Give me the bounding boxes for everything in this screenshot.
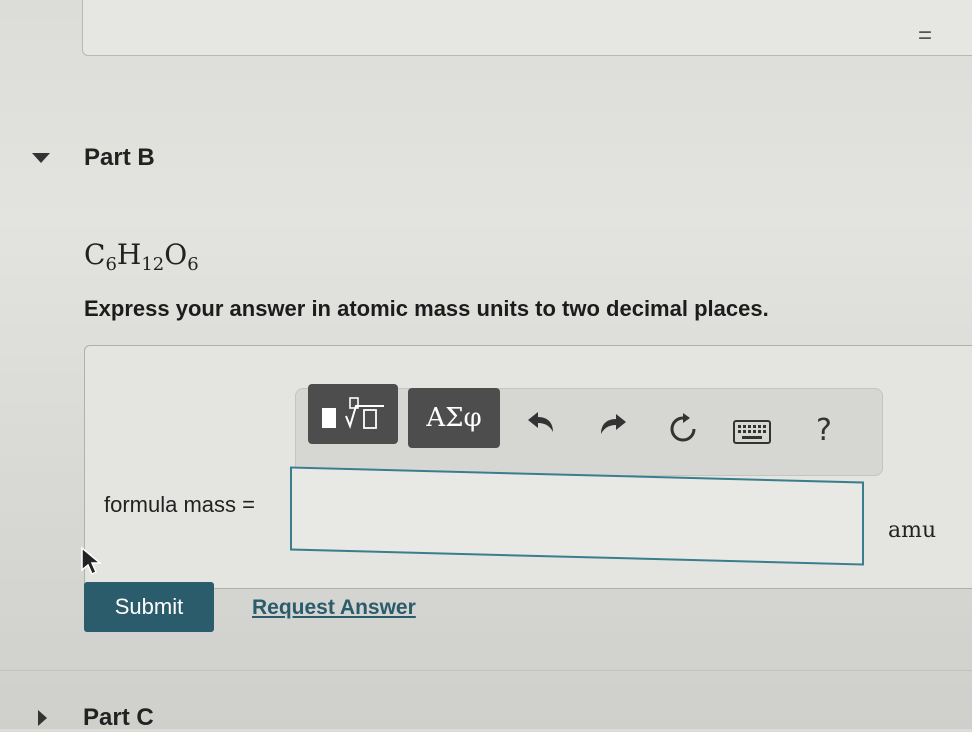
undo-icon bbox=[528, 412, 553, 432]
keyboard-icon bbox=[733, 420, 771, 444]
unit-label: amu bbox=[888, 518, 937, 543]
mouse-cursor-icon bbox=[81, 546, 103, 576]
instruction-text: Express your answer in atomic mass units… bbox=[84, 296, 769, 321]
part-b-header[interactable]: Part B bbox=[32, 144, 155, 172]
submit-button[interactable]: Submit bbox=[84, 582, 214, 632]
keyboard-button[interactable] bbox=[732, 418, 772, 446]
help-button[interactable]: ? bbox=[808, 410, 840, 450]
formula-mass-input[interactable] bbox=[290, 466, 864, 566]
templates-icon bbox=[322, 397, 384, 430]
part-c-title: Part C bbox=[83, 704, 154, 731]
reset-button[interactable] bbox=[664, 410, 702, 448]
reset-icon bbox=[670, 413, 696, 442]
caret-down-icon bbox=[32, 153, 50, 163]
section-divider bbox=[0, 670, 972, 671]
previous-answer-box bbox=[82, 0, 972, 56]
caret-right-icon bbox=[38, 710, 47, 726]
request-answer-link[interactable]: Request Answer bbox=[252, 596, 416, 620]
part-c-header[interactable]: Part C bbox=[38, 704, 154, 732]
undo-button[interactable] bbox=[524, 406, 558, 440]
chemical-formula: C6H12O6 bbox=[84, 238, 199, 275]
greek-symbols-button[interactable]: ΑΣφ bbox=[408, 388, 500, 448]
redo-icon bbox=[601, 414, 626, 434]
equals-sign: = bbox=[918, 22, 933, 49]
part-b-title: Part B bbox=[84, 144, 155, 171]
templates-button[interactable] bbox=[308, 384, 398, 444]
formula-mass-label: formula mass = bbox=[104, 492, 255, 517]
redo-button[interactable] bbox=[596, 408, 630, 442]
